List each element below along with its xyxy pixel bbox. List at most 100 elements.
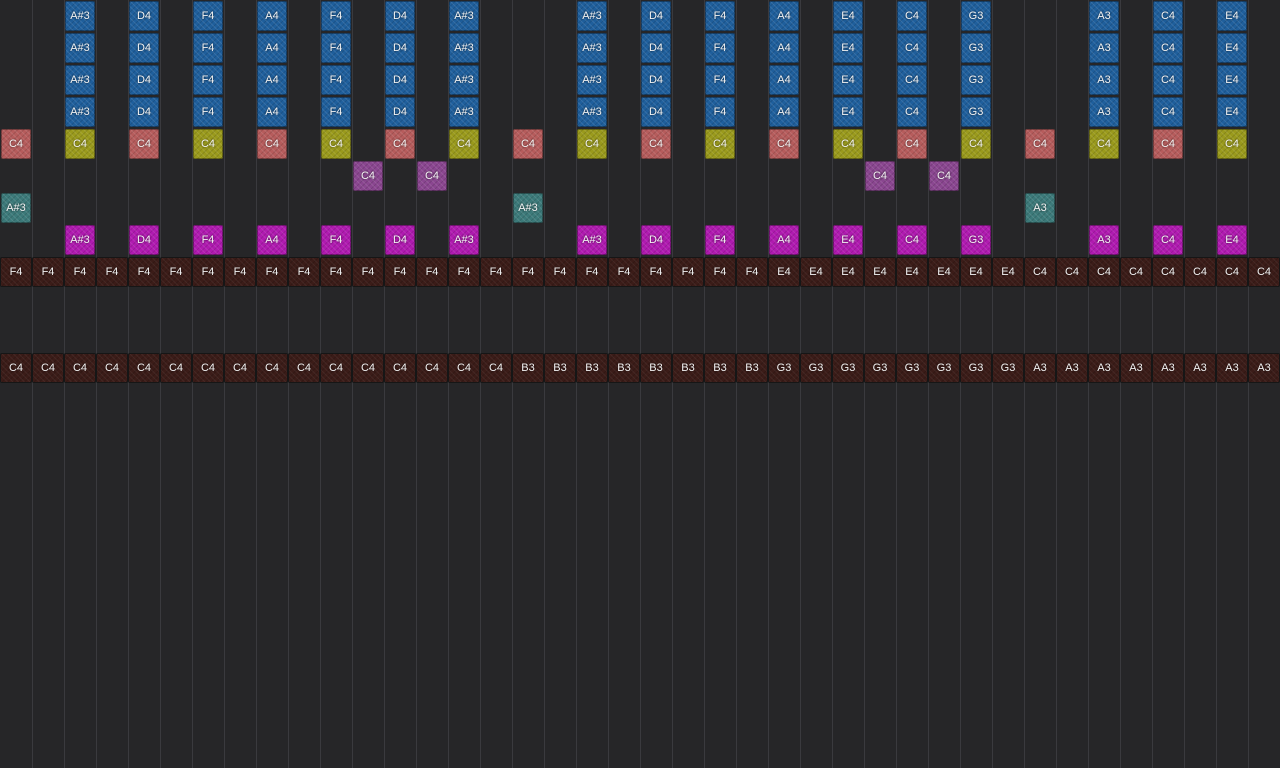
note-cell-lead-row-1[interactable]: A#3 xyxy=(577,1,607,31)
note-cell-lead-row-4[interactable]: D4 xyxy=(385,97,415,127)
note-cell-lead-row-1[interactable]: D4 xyxy=(385,1,415,31)
note-cell-accent-row[interactable]: C4 xyxy=(417,161,447,191)
note-cell-bass-row-2[interactable]: C4 xyxy=(192,353,224,383)
note-cell-bass-row-1[interactable]: F4 xyxy=(288,257,320,287)
note-cell-lead-row-3[interactable]: G3 xyxy=(961,65,991,95)
note-cell-lead-row-3[interactable]: D4 xyxy=(129,65,159,95)
note-cell-bass-row-2[interactable]: C4 xyxy=(64,353,96,383)
note-cell-bass-row-2[interactable]: G3 xyxy=(896,353,928,383)
note-cell-lead-row-3[interactable]: F4 xyxy=(321,65,351,95)
note-cell-bass-row-2[interactable]: G3 xyxy=(960,353,992,383)
note-cell-lead-row-4[interactable]: A#3 xyxy=(577,97,607,127)
note-cell-bass-row-1[interactable]: C4 xyxy=(1088,257,1120,287)
note-cell-arp-row[interactable]: A3 xyxy=(1089,225,1119,255)
note-cell-lead-row-3[interactable]: A3 xyxy=(1089,65,1119,95)
note-cell-bass-row-1[interactable]: F4 xyxy=(384,257,416,287)
note-cell-lead-row-4[interactable]: G3 xyxy=(961,97,991,127)
note-cell-chord-row[interactable]: C4 xyxy=(129,129,159,159)
note-cell-root-row[interactable]: A#3 xyxy=(513,193,543,223)
note-cell-lead-row-1[interactable]: E4 xyxy=(1217,1,1247,31)
note-cell-accent-row[interactable]: C4 xyxy=(353,161,383,191)
note-cell-bass-row-2[interactable]: A3 xyxy=(1248,353,1280,383)
note-cell-bass-row-1[interactable]: F4 xyxy=(544,257,576,287)
note-cell-lead-row-2[interactable]: D4 xyxy=(129,33,159,63)
note-cell-lead-row-3[interactable]: A4 xyxy=(769,65,799,95)
note-cell-bass-row-1[interactable]: F4 xyxy=(672,257,704,287)
note-cell-bass-row-1[interactable]: F4 xyxy=(704,257,736,287)
note-cell-chord-row[interactable]: C4 xyxy=(577,129,607,159)
note-cell-bass-row-2[interactable]: B3 xyxy=(576,353,608,383)
note-cell-bass-row-1[interactable]: F4 xyxy=(736,257,768,287)
note-cell-lead-row-3[interactable]: A4 xyxy=(257,65,287,95)
note-cell-lead-row-3[interactable]: A#3 xyxy=(577,65,607,95)
note-cell-lead-row-4[interactable]: E4 xyxy=(1217,97,1247,127)
note-cell-bass-row-2[interactable]: G3 xyxy=(992,353,1024,383)
note-cell-lead-row-3[interactable]: A#3 xyxy=(65,65,95,95)
note-cell-bass-row-2[interactable]: A3 xyxy=(1152,353,1184,383)
note-cell-arp-row[interactable]: A4 xyxy=(257,225,287,255)
note-cell-bass-row-2[interactable]: A3 xyxy=(1056,353,1088,383)
note-cell-bass-row-2[interactable]: G3 xyxy=(832,353,864,383)
note-cell-lead-row-1[interactable]: C4 xyxy=(897,1,927,31)
note-cell-bass-row-2[interactable]: B3 xyxy=(704,353,736,383)
note-cell-arp-row[interactable]: E4 xyxy=(1217,225,1247,255)
note-cell-lead-row-3[interactable]: F4 xyxy=(193,65,223,95)
note-cell-bass-row-1[interactable]: C4 xyxy=(1056,257,1088,287)
note-cell-bass-row-2[interactable]: C4 xyxy=(128,353,160,383)
note-cell-bass-row-2[interactable]: C4 xyxy=(416,353,448,383)
note-cell-bass-row-2[interactable]: G3 xyxy=(768,353,800,383)
note-cell-arp-row[interactable]: A#3 xyxy=(577,225,607,255)
note-cell-lead-row-2[interactable]: C4 xyxy=(897,33,927,63)
note-cell-lead-row-2[interactable]: F4 xyxy=(193,33,223,63)
note-cell-bass-row-2[interactable]: C4 xyxy=(352,353,384,383)
note-cell-bass-row-1[interactable]: F4 xyxy=(192,257,224,287)
note-cell-lead-row-1[interactable]: D4 xyxy=(641,1,671,31)
note-cell-bass-row-2[interactable]: G3 xyxy=(864,353,896,383)
note-cell-chord-row[interactable]: C4 xyxy=(1153,129,1183,159)
note-cell-lead-row-2[interactable]: G3 xyxy=(961,33,991,63)
note-cell-bass-row-2[interactable]: G3 xyxy=(800,353,832,383)
note-cell-bass-row-1[interactable]: C4 xyxy=(1152,257,1184,287)
note-cell-lead-row-2[interactable]: A#3 xyxy=(449,33,479,63)
note-cell-bass-row-2[interactable]: A3 xyxy=(1088,353,1120,383)
note-cell-bass-row-2[interactable]: B3 xyxy=(608,353,640,383)
note-cell-lead-row-2[interactable]: F4 xyxy=(705,33,735,63)
note-cell-bass-row-2[interactable]: B3 xyxy=(544,353,576,383)
note-cell-accent-row[interactable]: C4 xyxy=(929,161,959,191)
note-cell-lead-row-1[interactable]: A3 xyxy=(1089,1,1119,31)
note-cell-chord-row[interactable]: C4 xyxy=(1025,129,1055,159)
note-cell-bass-row-2[interactable]: C4 xyxy=(384,353,416,383)
note-cell-bass-row-2[interactable]: A3 xyxy=(1024,353,1056,383)
note-cell-arp-row[interactable]: C4 xyxy=(897,225,927,255)
note-cell-bass-row-1[interactable]: F4 xyxy=(64,257,96,287)
note-cell-lead-row-1[interactable]: C4 xyxy=(1153,1,1183,31)
note-cell-arp-row[interactable]: G3 xyxy=(961,225,991,255)
note-cell-lead-row-4[interactable]: A3 xyxy=(1089,97,1119,127)
note-cell-bass-row-1[interactable]: C4 xyxy=(1184,257,1216,287)
note-cell-lead-row-4[interactable]: C4 xyxy=(897,97,927,127)
note-cell-bass-row-1[interactable]: F4 xyxy=(96,257,128,287)
note-cell-arp-row[interactable]: A4 xyxy=(769,225,799,255)
note-cell-lead-row-1[interactable]: F4 xyxy=(193,1,223,31)
note-cell-lead-row-2[interactable]: A3 xyxy=(1089,33,1119,63)
note-cell-chord-row[interactable]: C4 xyxy=(449,129,479,159)
note-cell-lead-row-3[interactable]: C4 xyxy=(897,65,927,95)
note-cell-lead-row-3[interactable]: A#3 xyxy=(449,65,479,95)
note-cell-root-row[interactable]: A#3 xyxy=(1,193,31,223)
note-cell-chord-row[interactable]: C4 xyxy=(65,129,95,159)
note-cell-lead-row-1[interactable]: F4 xyxy=(705,1,735,31)
note-cell-lead-row-2[interactable]: A4 xyxy=(769,33,799,63)
note-cell-bass-row-1[interactable]: F4 xyxy=(480,257,512,287)
note-cell-bass-row-1[interactable]: E4 xyxy=(928,257,960,287)
note-cell-bass-row-2[interactable]: C4 xyxy=(96,353,128,383)
note-cell-lead-row-4[interactable]: A4 xyxy=(257,97,287,127)
note-cell-root-row[interactable]: A3 xyxy=(1025,193,1055,223)
note-cell-lead-row-1[interactable]: A#3 xyxy=(65,1,95,31)
note-cell-bass-row-2[interactable]: A3 xyxy=(1120,353,1152,383)
note-cell-bass-row-1[interactable]: F4 xyxy=(416,257,448,287)
note-cell-bass-row-1[interactable]: F4 xyxy=(608,257,640,287)
note-cell-bass-row-2[interactable]: C4 xyxy=(32,353,64,383)
note-cell-lead-row-1[interactable]: D4 xyxy=(129,1,159,31)
note-cell-bass-row-2[interactable]: C4 xyxy=(288,353,320,383)
note-cell-arp-row[interactable]: F4 xyxy=(193,225,223,255)
